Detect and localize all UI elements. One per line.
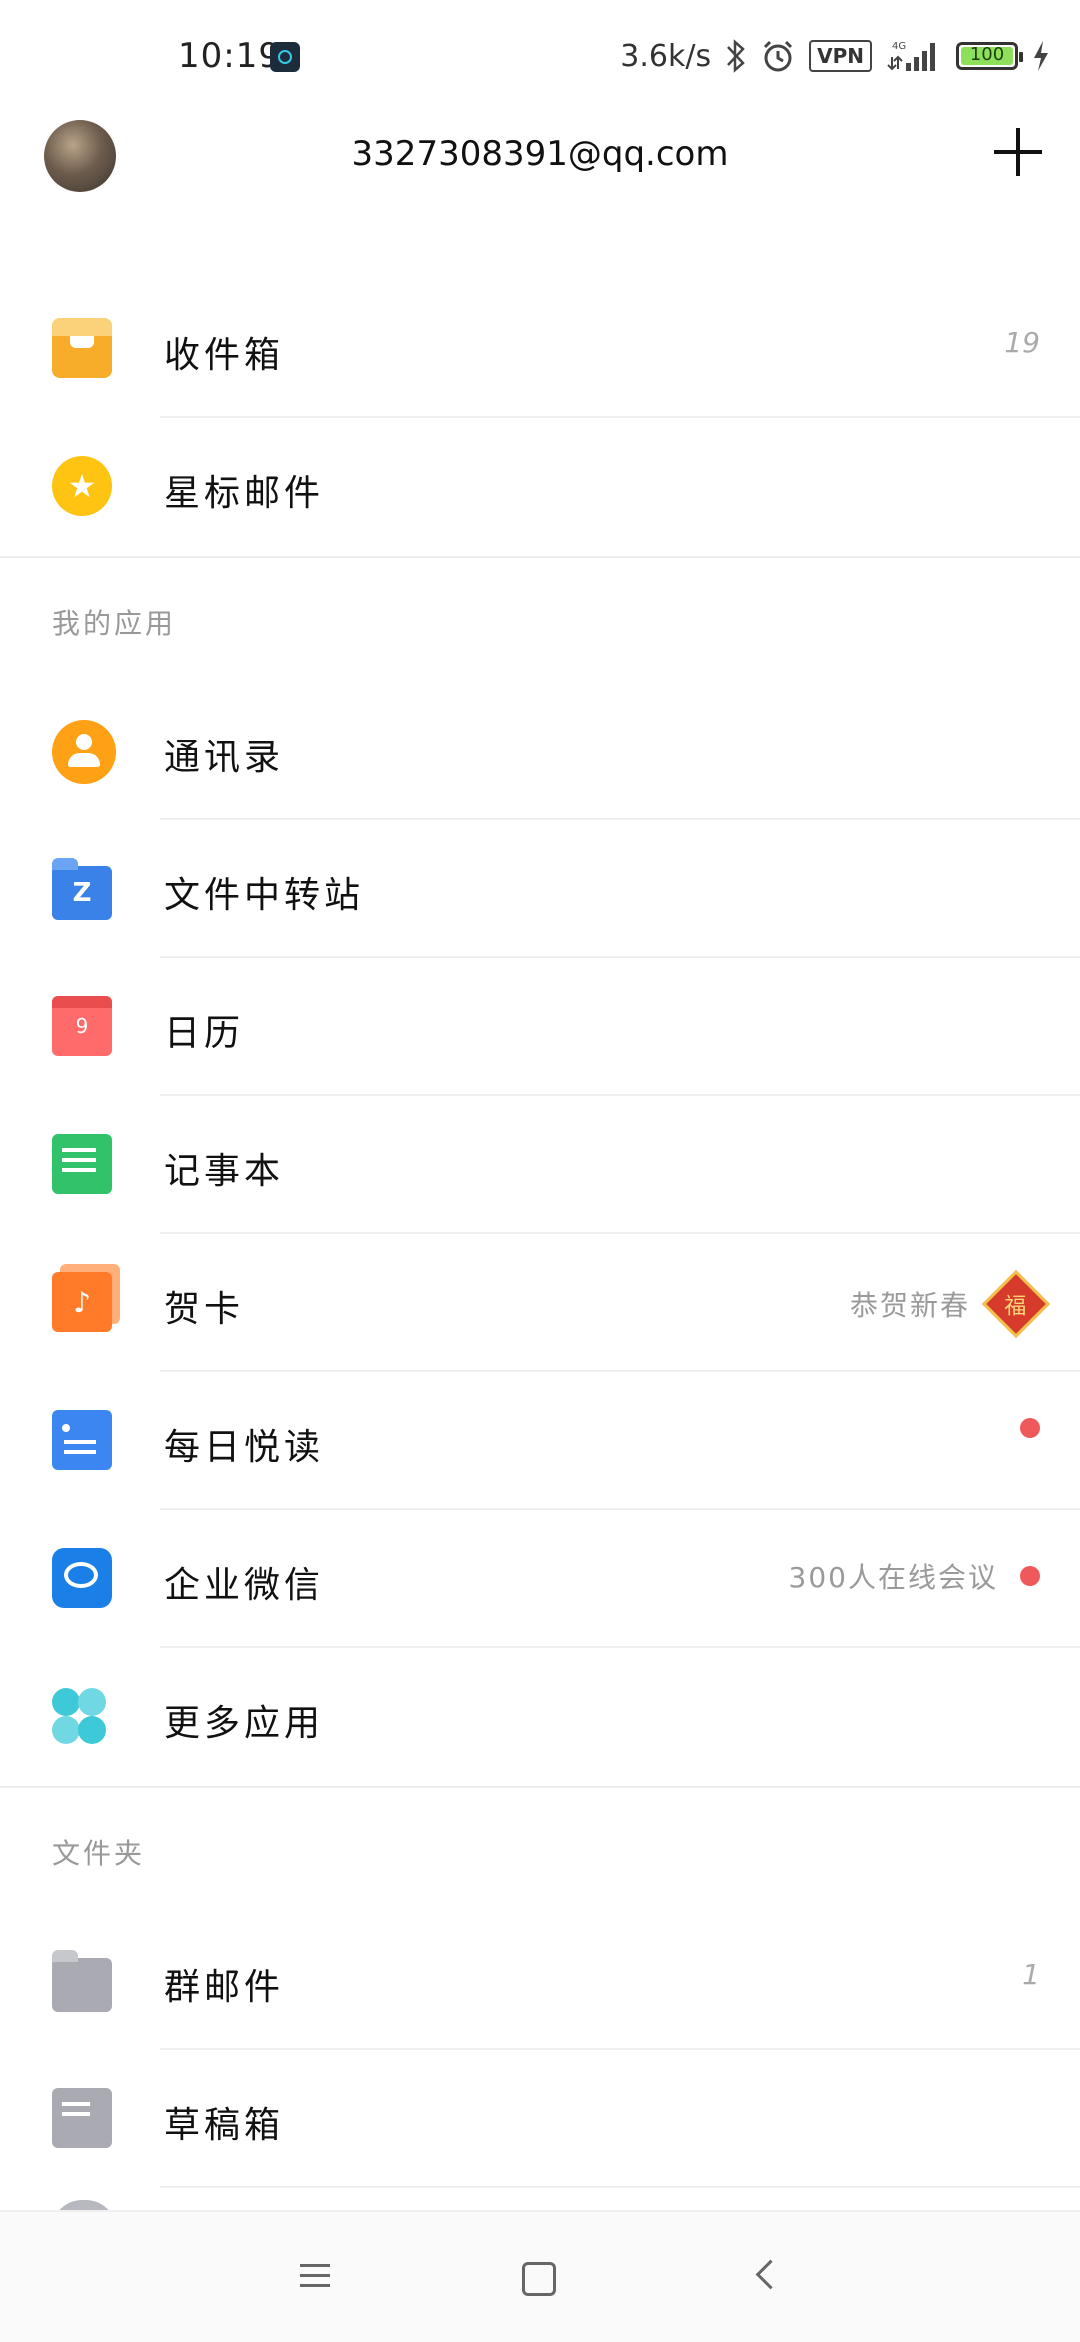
greeting-card-icon: ♪ [52,1264,120,1332]
system-navigation-bar [0,2210,1080,2342]
list-item-more-apps[interactable]: 更多应用 [0,1648,1080,1786]
charging-icon [1034,41,1048,71]
fu-badge-icon: 福 [982,1270,1050,1338]
section-header-apps: 我的应用 [0,558,1080,682]
list-item-label: 群邮件 [164,1967,285,2008]
home-button[interactable] [522,2262,556,2296]
list-item-label: 通讯录 [164,737,285,778]
unread-count: 1 [1022,1958,1040,1991]
promo-text: 恭贺新春 [849,1289,970,1322]
add-account-button[interactable] [990,124,1046,180]
status-time: 10:19 [178,36,281,76]
inbox-icon [52,318,112,378]
list-item-label: 收件箱 [164,335,285,376]
section-title: 文件夹 [52,1837,146,1870]
unread-count: 19 [1004,326,1040,359]
status-right: 3.6k/s VPN 4G 100 [620,34,1050,78]
back-button[interactable] [755,2259,786,2290]
list-item-label: 草稿箱 [164,2105,285,2146]
new-dot-badge [1020,1566,1040,1586]
list-item-starred[interactable]: ★ 星标邮件 [0,418,1080,556]
network-speed: 3.6k/s [620,38,712,74]
drafts-icon [52,2088,112,2148]
list-item-label: 星标邮件 [164,473,325,514]
new-dot-badge [1020,1418,1040,1438]
list-item-label: 日历 [164,1013,245,1054]
list-item-calendar[interactable]: 9 日历 [0,958,1080,1096]
account-header: 3327308391@qq.com [0,120,1080,280]
list-item-notepad[interactable]: 记事本 [0,1096,1080,1234]
file-transfer-icon: Z [52,858,112,920]
notification-app-icon [270,42,300,72]
list-item-contacts[interactable]: 通讯录 [0,682,1080,820]
list-item-label: 企业微信 [164,1565,325,1606]
recent-apps-button[interactable] [300,2264,330,2288]
battery-level: 100 [969,44,1005,65]
more-apps-icon [52,1686,116,1746]
vpn-indicator: VPN [809,40,872,72]
list-item-file-transfer[interactable]: Z 文件中转站 [0,820,1080,958]
calendar-icon: 9 [52,996,112,1056]
section-title: 我的应用 [52,607,177,640]
list-item-label: 更多应用 [164,1703,325,1744]
list-item-greeting-card[interactable]: ♪ 贺卡 恭贺新春 福 [0,1234,1080,1372]
notepad-icon [52,1134,112,1194]
bluetooth-icon [727,39,745,73]
battery-icon: 100 [956,42,1023,70]
list-item-label: 文件中转站 [164,875,365,916]
account-email[interactable]: 3327308391@qq.com [0,134,1080,174]
signal-icon: 4G [887,41,935,71]
list-item-label: 记事本 [164,1151,285,1192]
svg-text:4G: 4G [892,41,906,52]
status-bar: 10:19 3.6k/s VPN 4G 100 [0,0,1080,120]
contacts-icon [52,720,116,784]
promo-text: 300人在线会议 [788,1561,998,1594]
divider [160,2186,1080,2188]
list-item-label: 每日悦读 [164,1427,325,1468]
section-header-folders: 文件夹 [0,1788,1080,1912]
list-item-drafts[interactable]: 草稿箱 [0,2050,1080,2188]
group-mail-folder-icon [52,1950,112,2012]
list-item-label: 贺卡 [164,1289,245,1330]
list-item-daily-read[interactable]: 每日悦读 [0,1372,1080,1510]
list-item-inbox[interactable]: 收件箱 19 [0,280,1080,418]
wecom-icon [52,1548,112,1608]
list-item-group-mail[interactable]: 群邮件 1 [0,1912,1080,2050]
list-item-wecom[interactable]: 企业微信 300人在线会议 [0,1510,1080,1648]
star-icon: ★ [52,456,112,516]
mailbox-list: 收件箱 19 ★ 星标邮件 我的应用 通讯录 Z 文件中转站 9 日历 记事本 … [0,280,1080,2188]
daily-read-icon [52,1410,112,1470]
alarm-icon [764,40,793,72]
